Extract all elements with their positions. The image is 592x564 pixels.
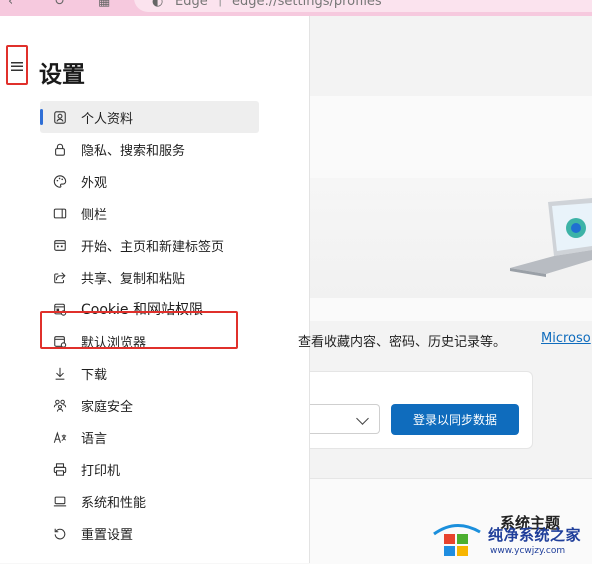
watermark-title: 纯净系统之家: [488, 526, 582, 544]
address-url[interactable]: edge://settings/profiles: [232, 0, 382, 9]
sidebar-item-label: 下载: [81, 367, 108, 383]
family-icon: [53, 398, 67, 412]
sidebar-item-reset[interactable]: 重置设置: [40, 517, 259, 549]
sidebar-item-label: 家庭安全: [81, 399, 134, 415]
back-icon[interactable]: ‹: [8, 0, 22, 9]
sign-in-sync-button[interactable]: 登录以同步数据: [391, 404, 519, 435]
page-title: 设置: [39, 62, 85, 88]
address-app-name: Edge: [175, 0, 208, 9]
sidebar-item-label: 侧栏: [81, 207, 108, 223]
profile-icon: [53, 110, 67, 124]
sync-description: 查看收藏内容、密码、历史记录等。: [298, 335, 507, 350]
refresh-icon[interactable]: ↻: [54, 0, 68, 9]
share-icon: [53, 270, 67, 284]
sidebar-item-label: 开始、主页和新建标签页: [81, 239, 225, 255]
sidebar-item-system[interactable]: 系统和性能: [40, 485, 259, 517]
sidebar-item-family[interactable]: 家庭安全: [40, 389, 259, 421]
laptop-icon: [53, 494, 67, 508]
sidebar-item-label: 隐私、搜索和服务: [81, 143, 186, 159]
chevron-down-icon: [356, 412, 369, 425]
sidebar-item-downloads[interactable]: 下载: [40, 357, 259, 389]
lock-icon: [53, 142, 67, 156]
sidebar-item-label: 语言: [81, 431, 108, 447]
palette-icon: [53, 174, 67, 188]
sidebar-item-appearance[interactable]: 外观: [40, 165, 259, 197]
sidebar-item-sidebar[interactable]: 侧栏: [40, 197, 259, 229]
watermark-url: www.ycwjzy.com: [490, 546, 566, 556]
sidebar-item-label: 共享、复制和粘贴: [81, 271, 186, 287]
sidebar-item-label: 外观: [81, 175, 108, 191]
watermark-logo-icon: [433, 524, 481, 556]
sidebar-item-share[interactable]: 共享、复制和粘贴: [40, 261, 259, 293]
sidebar-item-printers[interactable]: 打印机: [40, 453, 259, 485]
cookie-highlight-box: [40, 311, 238, 349]
laptop-illustration: [510, 198, 592, 288]
browser-toolbar: ‹ ↻ ▦ ◐ Edge | edge://settings/profiles: [0, 0, 592, 16]
sidebar-item-label: 重置设置: [81, 527, 134, 543]
address-separator: |: [218, 0, 222, 7]
reset-icon: [53, 526, 67, 540]
sidebar-item-privacy[interactable]: 隐私、搜索和服务: [40, 133, 259, 165]
sidebar-item-languages[interactable]: 语言: [40, 421, 259, 453]
printer-icon: [53, 462, 67, 476]
download-icon: [53, 366, 67, 380]
sidebar-icon: [53, 206, 67, 220]
tabs-icon[interactable]: ▦: [98, 0, 112, 9]
microsoft-link[interactable]: Microso: [541, 331, 591, 346]
edge-icon: ◐: [152, 0, 164, 9]
hamburger-icon: [11, 62, 23, 71]
sidebar-item-profiles[interactable]: 个人资料: [40, 101, 259, 133]
language-icon: [53, 430, 67, 444]
profile-select[interactable]: [310, 404, 380, 434]
sidebar-item-label: 个人资料: [81, 111, 134, 127]
home-tab-icon: [53, 238, 67, 252]
sidebar-item-start-home[interactable]: 开始、主页和新建标签页: [40, 229, 259, 261]
sidebar-item-label: 系统和性能: [81, 495, 147, 511]
sidebar-item-label: 打印机: [81, 463, 121, 479]
watermark: 纯净系统之家 www.ycwjzy.com: [430, 518, 592, 563]
menu-button[interactable]: [6, 45, 28, 85]
